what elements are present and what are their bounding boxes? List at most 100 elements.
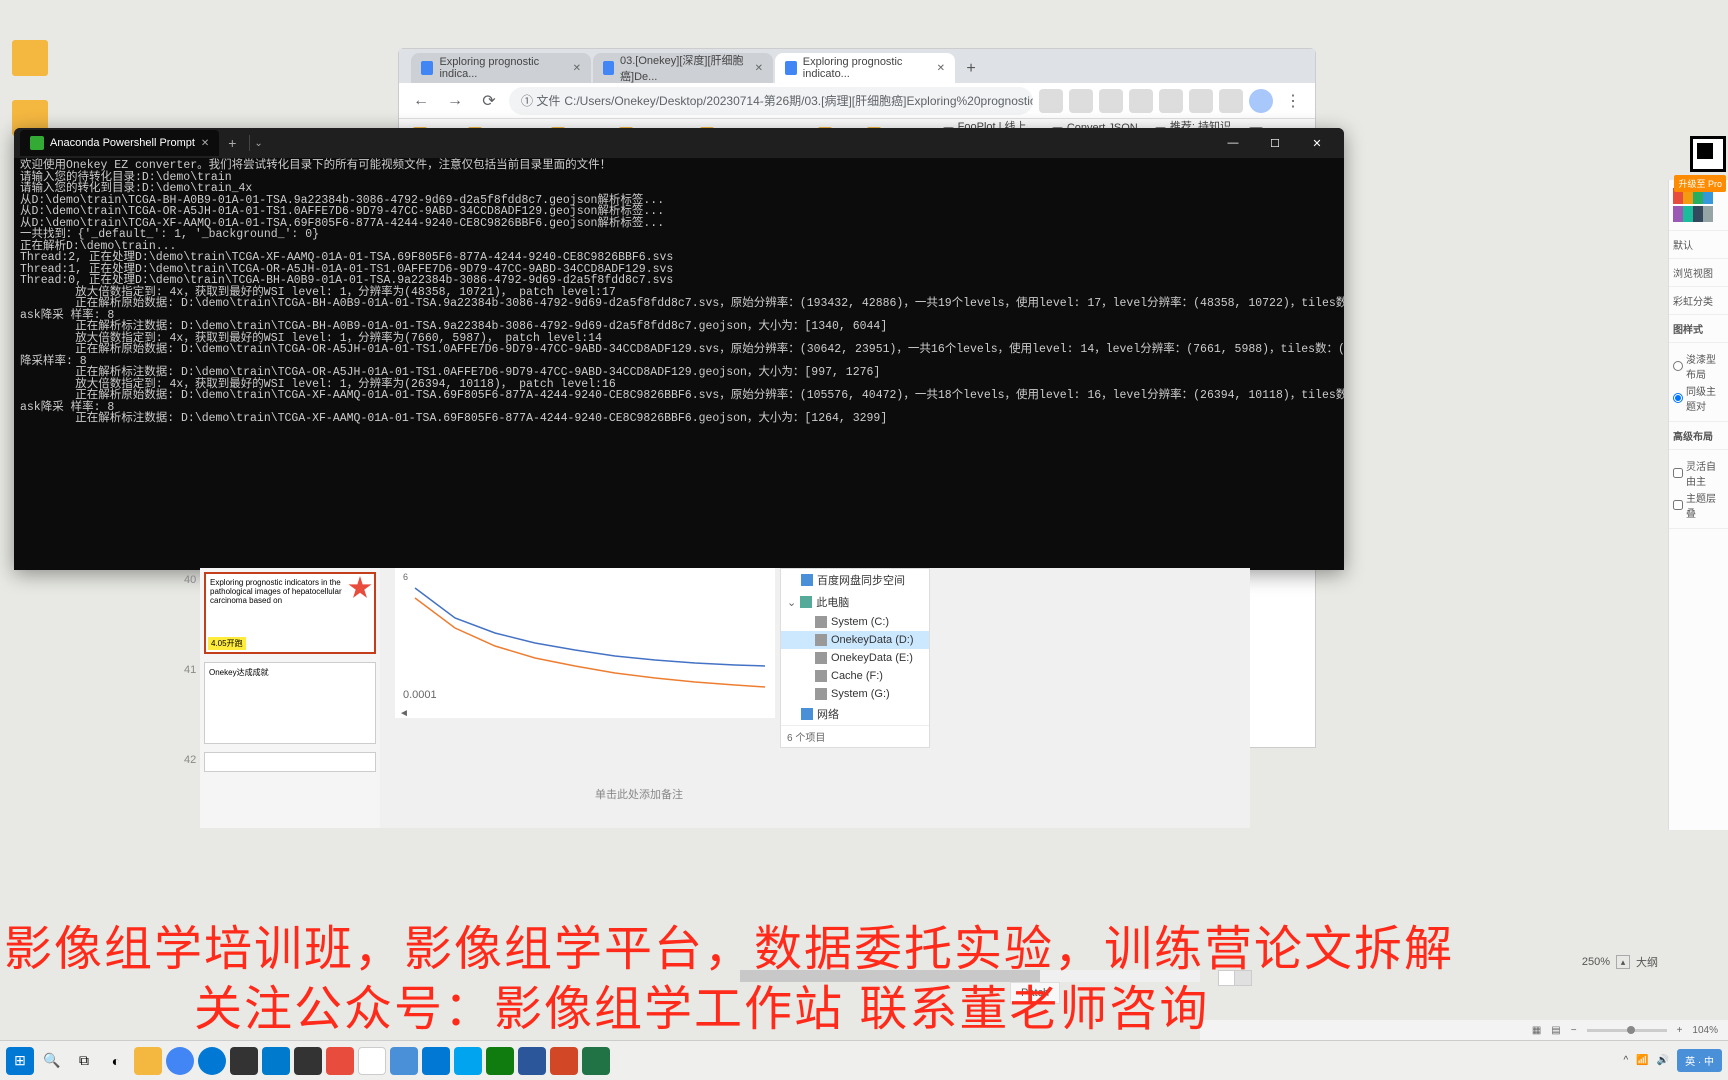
tab-close-icon[interactable]: ✕ <box>201 138 209 149</box>
powerpoint-icon[interactable] <box>550 1047 578 1075</box>
app-icon[interactable] <box>294 1047 322 1075</box>
chrome-tab[interactable]: Exploring prognostic indicato... ✕ <box>775 53 955 83</box>
tray-volume-icon[interactable]: 🔊 <box>1657 1055 1669 1066</box>
app-icon[interactable] <box>358 1047 386 1075</box>
tree-item[interactable]: 百度网盘同步空间 <box>781 569 929 591</box>
start-button[interactable]: ⊞ <box>6 1047 34 1075</box>
translate-icon[interactable] <box>1039 89 1063 113</box>
horizontal-scrollbar[interactable] <box>740 970 1200 982</box>
language-indicator[interactable]: 英 · 中 <box>1677 1049 1722 1072</box>
search-icon[interactable]: 🔍 <box>38 1047 66 1075</box>
tray-network-icon[interactable]: 📶 <box>1636 1055 1648 1066</box>
panel-item[interactable]: 彩虹分类 <box>1669 287 1728 315</box>
extension-icon[interactable] <box>1129 89 1153 113</box>
app-icon[interactable] <box>454 1047 482 1075</box>
back-button[interactable]: ← <box>407 87 435 115</box>
cloud-icon <box>801 574 813 586</box>
word-icon[interactable] <box>518 1047 546 1075</box>
panel-item[interactable]: 默认 <box>1669 231 1728 259</box>
status-zoom-value: 104% <box>1692 1025 1718 1036</box>
terminal-tab[interactable]: Anaconda Powershell Prompt ✕ <box>20 130 219 156</box>
tray-chevron-icon[interactable]: ^ <box>1624 1055 1629 1066</box>
terminal-output[interactable]: 欢迎使用Onekey EZ converter。我们将尝试转化目录下的所有可能视… <box>14 158 1344 427</box>
edge-icon[interactable] <box>198 1047 226 1075</box>
upgrade-badge[interactable]: 升级至 Pro <box>1674 175 1726 192</box>
notes-placeholder[interactable]: 单击此处添加备注 <box>595 786 683 802</box>
profile-avatar[interactable] <box>1249 89 1273 113</box>
app-icon[interactable] <box>422 1047 450 1075</box>
layout-radio[interactable] <box>1673 361 1683 371</box>
tab-favicon-icon <box>785 61 797 75</box>
svg-text:6: 6 <box>403 572 408 582</box>
tree-item[interactable]: OnekeyData (E:) <box>781 649 929 667</box>
task-view-icon[interactable]: ⧉ <box>70 1047 98 1075</box>
app-icon[interactable] <box>390 1047 418 1075</box>
maximize-button[interactable]: ☐ <box>1254 128 1296 158</box>
tree-item[interactable]: 网络 <box>781 703 929 725</box>
status-view-icon[interactable]: ▦ <box>1532 1025 1541 1036</box>
tree-item[interactable]: Cache (F:) <box>781 667 929 685</box>
adv-checkbox[interactable] <box>1673 468 1683 478</box>
excel-icon[interactable] <box>582 1047 610 1075</box>
tree-item[interactable]: OnekeyData (D:) <box>781 631 929 649</box>
tab-close-icon[interactable]: ✕ <box>755 63 763 74</box>
app-icon[interactable] <box>326 1047 354 1075</box>
chrome-tab[interactable]: Exploring prognostic indica... ✕ <box>411 53 591 83</box>
status-zoom-out[interactable]: − <box>1571 1025 1577 1036</box>
zoom-stepper[interactable]: ▴ <box>1616 955 1630 969</box>
tree-item[interactable]: System (C:) <box>781 613 929 631</box>
reload-button[interactable]: ⟳ <box>475 87 503 115</box>
terminal-new-tab[interactable]: + <box>219 135 245 151</box>
forward-button[interactable]: → <box>441 87 469 115</box>
widgets-icon[interactable]: ◐ <box>102 1047 130 1075</box>
terminal-dropdown-icon[interactable]: ⌄ <box>254 138 262 149</box>
view-list-icon[interactable] <box>1219 971 1235 985</box>
tree-item[interactable]: ⌄此电脑 <box>781 591 929 613</box>
line-chart: 6 0.0001 ◄ <box>395 568 775 718</box>
zoom-slider[interactable] <box>1587 1029 1667 1032</box>
powerpoint-area: 40 Exploring prognostic indicators in th… <box>200 568 1250 828</box>
status-zoom-in[interactable]: + <box>1677 1025 1683 1036</box>
chrome-menu-icon[interactable]: ⋮ <box>1279 87 1307 115</box>
network-icon <box>801 708 813 720</box>
panel-item[interactable]: 浏览视图 <box>1669 259 1728 287</box>
terminal-icon[interactable] <box>230 1047 258 1075</box>
panel-item[interactable]: 浚漆型布局 同级主题对 <box>1669 343 1728 422</box>
explorer-icon[interactable] <box>134 1047 162 1075</box>
extensions-puzzle-icon[interactable] <box>1219 89 1243 113</box>
adv-checkbox[interactable] <box>1673 500 1683 510</box>
extension-icon[interactable] <box>1159 89 1183 113</box>
desktop-folder-icon[interactable] <box>10 40 50 78</box>
drive-icon <box>815 634 827 646</box>
terminal-tab-title: Anaconda Powershell Prompt <box>50 137 195 149</box>
tab-close-icon[interactable]: ✕ <box>937 63 945 74</box>
extension-icon[interactable] <box>1099 89 1123 113</box>
minimize-button[interactable]: — <box>1212 128 1254 158</box>
qr-code-icon <box>1690 136 1726 172</box>
slide-thumbnail[interactable]: Exploring prognostic indicators in the p… <box>204 572 376 654</box>
url-prefix: ① 文件 <box>521 92 560 109</box>
new-tab-button[interactable]: + <box>957 55 985 83</box>
separator <box>249 135 250 151</box>
zoom-mode[interactable]: 大纲 <box>1636 954 1658 970</box>
chevron-down-icon[interactable]: ⌄ <box>787 596 796 609</box>
status-view-icon[interactable]: ▤ <box>1551 1025 1560 1036</box>
chrome-tab[interactable]: 03.[Onekey][深度][肝细胞癌]De... ✕ <box>593 53 773 83</box>
address-bar[interactable]: ① 文件 C:/Users/Onekey/Desktop/20230714-第2… <box>509 87 1033 115</box>
terminal-titlebar[interactable]: Anaconda Powershell Prompt ✕ + ⌄ — ☐ ✕ <box>14 128 1344 158</box>
vscode-icon[interactable] <box>262 1047 290 1075</box>
close-button[interactable]: ✕ <box>1296 128 1338 158</box>
zoom-up-icon[interactable]: ▴ <box>1616 955 1630 969</box>
extension-icon[interactable] <box>1189 89 1213 113</box>
chrome-icon[interactable] <box>166 1047 194 1075</box>
slide-thumbnail[interactable]: Onekey达成成就 <box>204 662 376 744</box>
bookmark-star-icon[interactable] <box>1069 89 1093 113</box>
panel-heading: 图样式 <box>1669 315 1728 343</box>
tab-close-icon[interactable]: ✕ <box>573 63 581 74</box>
scrollbar-thumb[interactable] <box>740 970 1040 982</box>
tree-item[interactable]: System (G:) <box>781 685 929 703</box>
layout-radio[interactable] <box>1673 393 1683 403</box>
app-icon[interactable] <box>486 1047 514 1075</box>
view-grid-icon[interactable] <box>1235 971 1251 985</box>
slide-thumbnail[interactable] <box>204 752 376 772</box>
